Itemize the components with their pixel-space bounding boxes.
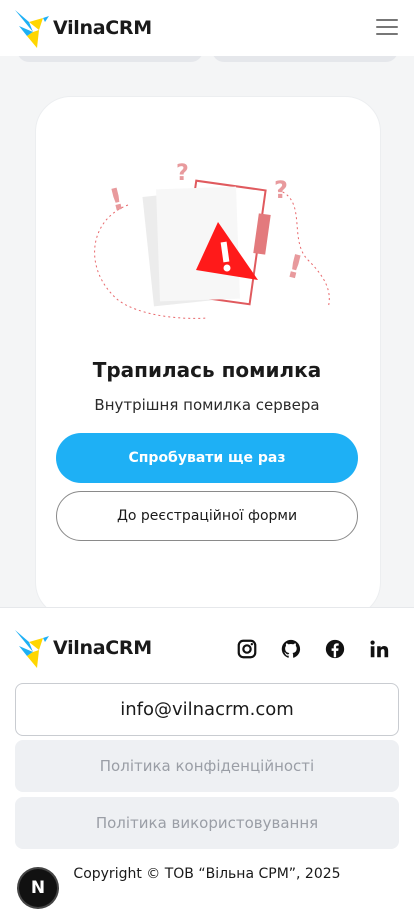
svg-text:!: ! [106, 182, 128, 219]
dev-tools-badge[interactable]: N [19, 869, 57, 907]
terms-of-use-link[interactable]: Політика використовування [15, 797, 399, 849]
back-to-registration-button[interactable]: До реєстраційної форми [56, 491, 358, 541]
header: VilnaCRM [0, 0, 414, 56]
email-link[interactable]: info@vilnacrm.com [15, 683, 399, 736]
vilnacrm-logo-icon [15, 630, 49, 668]
copyright-text: Copyright © ТОВ “Вільна СРМ”, 2025 [73, 866, 341, 882]
error-title: Трапилась помилка [92, 358, 322, 382]
instagram-icon[interactable] [236, 638, 258, 660]
svg-text:!: ! [283, 247, 306, 287]
svg-text:?: ? [274, 176, 288, 204]
header-logo-text: VilnaCRM [53, 17, 152, 39]
footer-logo[interactable]: VilnaCRM [15, 626, 152, 670]
error-message: Внутрішня помилка сервера [94, 396, 320, 414]
footer-logo-text: VilnaCRM [53, 637, 152, 659]
svg-text:?: ? [176, 161, 189, 186]
github-icon[interactable] [280, 638, 302, 660]
hamburger-menu-icon[interactable] [376, 19, 398, 37]
error-illustration: ! ? ? ! [94, 161, 330, 319]
privacy-policy-link[interactable]: Політика конфіденційності [15, 740, 399, 792]
facebook-icon[interactable] [324, 638, 346, 660]
linkedin-icon[interactable] [368, 638, 390, 660]
retry-button[interactable]: Спробувати ще раз [56, 433, 358, 483]
header-logo[interactable]: VilnaCRM [15, 6, 152, 50]
vilnacrm-logo-icon [15, 10, 49, 48]
